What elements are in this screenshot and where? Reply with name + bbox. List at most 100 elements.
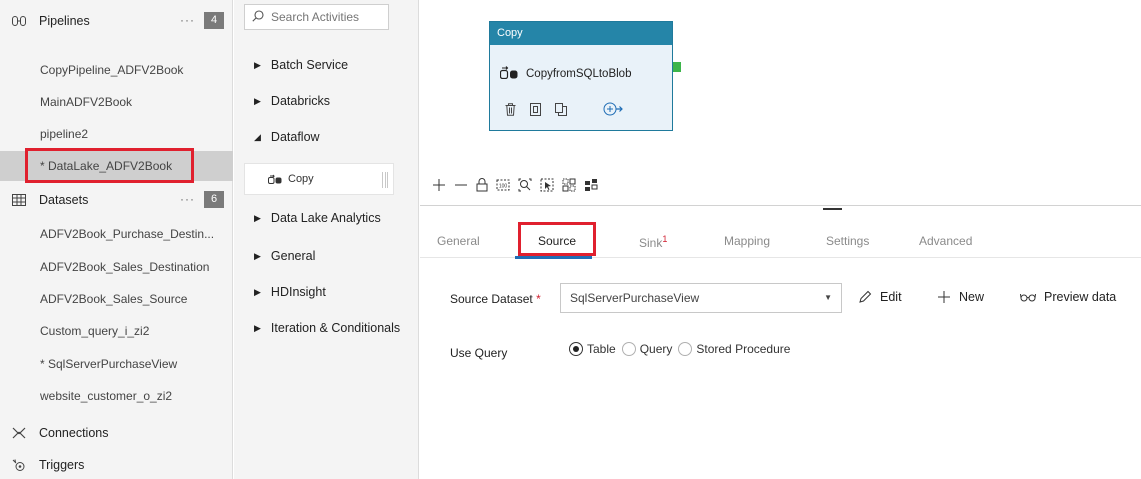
- success-output-port[interactable]: [673, 62, 681, 72]
- node-type-header: Copy: [490, 22, 672, 45]
- dataset-item[interactable]: * SqlServerPurchaseView: [0, 349, 233, 379]
- source-dataset-label-text: Source Dataset: [450, 292, 533, 306]
- copy-activity-node[interactable]: Copy CopyfromSQLtoBlob: [489, 21, 681, 131]
- category-databricks[interactable]: ▶ Databricks: [254, 94, 330, 108]
- category-data-lake-analytics[interactable]: ▶ Data Lake Analytics: [254, 211, 381, 225]
- datasets-label: Datasets: [39, 193, 89, 207]
- node-name: CopyfromSQLtoBlob: [526, 68, 632, 80]
- collapse-arrow-icon: ◢: [254, 131, 261, 142]
- source-dataset-select[interactable]: SqlServerPurchaseView ▼: [560, 283, 842, 313]
- clone-icon[interactable]: [555, 102, 567, 119]
- category-dataflow[interactable]: ◢ Dataflow: [254, 130, 320, 144]
- zoom-out-icon[interactable]: [454, 178, 468, 192]
- pipelines-label: Pipelines: [39, 14, 90, 28]
- preview-data-label: Preview data: [1044, 290, 1117, 304]
- table-icon: [11, 194, 27, 206]
- pipeline-canvas[interactable]: Copy CopyfromSQLtoBlob 100: [420, 0, 1141, 205]
- expand-arrow-icon: ▶: [254, 212, 261, 223]
- glasses-icon: [1020, 292, 1036, 302]
- tab-sink-label: Sink: [639, 236, 663, 250]
- canvas-toolbar: 100: [432, 178, 598, 192]
- expand-arrow-icon: ▶: [254, 59, 261, 70]
- activities-panel: ▶ Batch Service ▶ Databricks ◢ Dataflow …: [234, 0, 419, 479]
- radio-stored-procedure-label: Stored Procedure: [696, 342, 791, 356]
- drag-handle[interactable]: [382, 172, 388, 188]
- source-dataset-label: Source Dataset *: [450, 292, 541, 306]
- pipeline-item[interactable]: MainADFV2Book: [0, 87, 233, 117]
- copy-activity-item[interactable]: Copy: [244, 163, 394, 195]
- lock-icon[interactable]: [476, 178, 488, 192]
- factory-resources-panel: Pipelines ··· 4 CopyPipeline_ADFV2Book M…: [0, 0, 233, 479]
- zoom-to-fit-icon[interactable]: [518, 178, 532, 192]
- datasets-more-button[interactable]: ···: [180, 192, 195, 206]
- use-query-radio-group: Table Query Stored Procedure: [569, 342, 796, 356]
- highlight-box-source-tab: [518, 222, 596, 256]
- category-hdinsight[interactable]: ▶ HDInsight: [254, 285, 326, 299]
- dataset-item[interactable]: ADFV2Book_Sales_Source: [0, 284, 233, 314]
- pipeline-item[interactable]: CopyPipeline_ADFV2Book: [0, 55, 233, 85]
- category-iteration-conditionals[interactable]: ▶ Iteration & Conditionals: [254, 321, 400, 335]
- connections-label: Connections: [39, 426, 109, 440]
- search-activities-input[interactable]: [271, 10, 381, 24]
- add-output-icon[interactable]: [603, 102, 623, 119]
- radio-unselected-icon: [621, 342, 636, 356]
- radio-query[interactable]: Query: [621, 342, 673, 356]
- datasets-header[interactable]: Datasets ··· 6: [0, 186, 233, 214]
- edit-button[interactable]: Edit: [858, 290, 902, 304]
- copy-activity-icon: [268, 174, 282, 184]
- connections-header[interactable]: Connections: [0, 419, 233, 447]
- datasets-count-badge: 6: [204, 191, 224, 208]
- expand-arrow-icon: ▶: [254, 322, 261, 333]
- zoom-in-icon[interactable]: [432, 178, 446, 192]
- dataset-item[interactable]: ADFV2Book_Sales_Destination: [0, 252, 233, 282]
- triggers-header[interactable]: Triggers: [0, 451, 233, 479]
- category-label: General: [270, 249, 316, 263]
- tab-general[interactable]: General: [437, 234, 480, 248]
- dataset-item[interactable]: ADFV2Book_Purchase_Destin...: [0, 219, 233, 249]
- category-label: Batch Service: [270, 58, 349, 72]
- tab-mapping[interactable]: Mapping: [724, 234, 770, 248]
- dataset-item[interactable]: Custom_query_i_zi2: [0, 316, 233, 346]
- search-activities-box[interactable]: [244, 4, 389, 30]
- radio-unselected-icon: [678, 342, 693, 356]
- pencil-icon: [858, 290, 872, 304]
- preview-data-button[interactable]: Preview data: [1020, 290, 1116, 304]
- search-icon: [252, 9, 264, 25]
- connections-icon: [11, 427, 27, 439]
- category-batch-service[interactable]: ▶ Batch Service: [254, 58, 348, 72]
- category-label: HDInsight: [270, 285, 326, 299]
- delete-icon[interactable]: [505, 102, 516, 119]
- pipelines-count-badge: 4: [204, 12, 224, 29]
- dataset-item[interactable]: website_customer_o_zi2: [0, 381, 233, 411]
- tab-sink[interactable]: Sink1: [639, 234, 667, 250]
- select-icon[interactable]: [540, 178, 554, 192]
- zoom-100-icon[interactable]: 100: [496, 178, 510, 192]
- expand-arrow-icon: ▶: [254, 250, 261, 261]
- radio-stored-procedure[interactable]: Stored Procedure: [678, 342, 790, 356]
- pipeline-icon: [11, 16, 27, 26]
- panel-resize-handle[interactable]: [823, 208, 842, 210]
- edit-label: Edit: [880, 290, 902, 304]
- pipelines-header[interactable]: Pipelines ··· 4: [0, 7, 233, 35]
- pipelines-more-button[interactable]: ···: [180, 13, 195, 27]
- new-label: New: [959, 290, 985, 304]
- source-dataset-value: SqlServerPurchaseView: [570, 291, 700, 305]
- copy-activity-label: Copy: [288, 173, 314, 185]
- category-label: Dataflow: [270, 130, 320, 144]
- radio-table[interactable]: Table: [569, 342, 616, 356]
- svg-text:100: 100: [499, 184, 508, 190]
- expand-arrow-icon: ▶: [254, 95, 261, 106]
- radio-query-label: Query: [639, 342, 673, 356]
- plus-icon: [937, 290, 951, 304]
- auto-align-icon[interactable]: [562, 178, 576, 192]
- category-general[interactable]: ▶ General: [254, 249, 315, 263]
- tab-settings[interactable]: Settings: [826, 234, 869, 248]
- category-label: Databricks: [270, 94, 330, 108]
- pipeline-item[interactable]: pipeline2: [0, 119, 233, 149]
- copy-activity-icon: [499, 66, 518, 82]
- layout-icon[interactable]: [584, 178, 598, 192]
- category-label: Iteration & Conditionals: [270, 321, 401, 335]
- code-view-icon[interactable]: [530, 102, 541, 119]
- new-button[interactable]: New: [937, 290, 984, 304]
- tab-advanced[interactable]: Advanced: [919, 234, 972, 248]
